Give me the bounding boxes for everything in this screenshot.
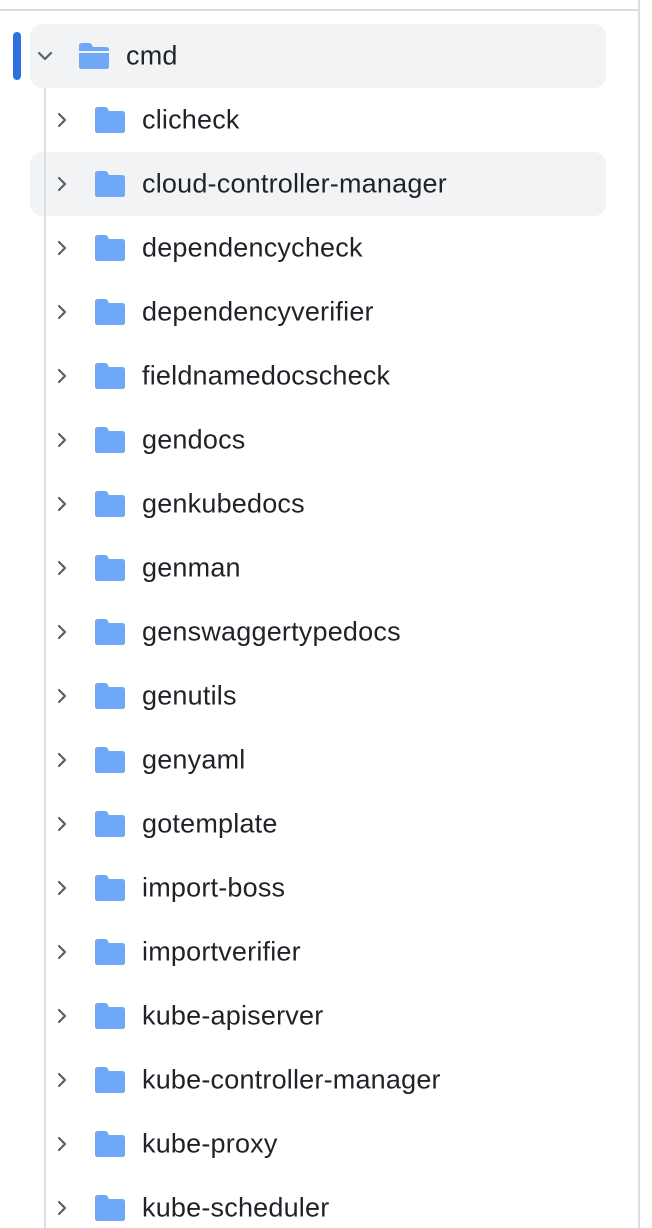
- folder-icon: [93, 170, 127, 198]
- tree-item-label: kube-proxy: [142, 1128, 278, 1159]
- chevron-right-icon[interactable]: [50, 172, 74, 196]
- tree-item-import-boss[interactable]: import-boss: [0, 856, 638, 920]
- tree-item-label: fieldnamedocscheck: [142, 360, 391, 391]
- folder-icon: [93, 1066, 127, 1094]
- chevron-right-icon[interactable]: [50, 492, 74, 516]
- folder-icon: [93, 1130, 127, 1158]
- tree-item-genswaggertypedocs[interactable]: genswaggertypedocs: [0, 600, 638, 664]
- chevron-right-icon[interactable]: [50, 940, 74, 964]
- folder-icon: [93, 746, 127, 774]
- tree-item-label: dependencycheck: [142, 232, 363, 263]
- tree-item-kube-apiserver[interactable]: kube-apiserver: [0, 984, 638, 1048]
- chevron-right-icon[interactable]: [50, 684, 74, 708]
- tree-item-label: cloud-controller-manager: [142, 168, 447, 199]
- tree-indent-guide: [44, 88, 46, 1228]
- tree-item-fieldnamedocscheck[interactable]: fieldnamedocscheck: [0, 344, 638, 408]
- file-tree: cmd clicheck cloud-controller-manager depe…: [0, 24, 638, 1228]
- tree-item-cmd[interactable]: cmd: [0, 24, 638, 88]
- tree-item-gotemplate[interactable]: gotemplate: [0, 792, 638, 856]
- chevron-right-icon[interactable]: [50, 556, 74, 580]
- chevron-right-icon[interactable]: [50, 812, 74, 836]
- tree-item-dependencyverifier[interactable]: dependencyverifier: [0, 280, 638, 344]
- tree-item-label: gotemplate: [142, 808, 278, 839]
- tree-item-label: genkubedocs: [142, 488, 305, 519]
- chevron-right-icon[interactable]: [50, 620, 74, 644]
- tree-item-label: genswaggertypedocs: [142, 616, 401, 647]
- tree-item-dependencycheck[interactable]: dependencycheck: [0, 216, 638, 280]
- chevron-right-icon[interactable]: [50, 748, 74, 772]
- tree-item-label: genutils: [142, 680, 237, 711]
- tree-item-genyaml[interactable]: genyaml: [0, 728, 638, 792]
- tree-item-genutils[interactable]: genutils: [0, 664, 638, 728]
- pane-right-border: [638, 0, 640, 1228]
- tree-item-label: kube-apiserver: [142, 1000, 324, 1031]
- tree-item-label: kube-controller-manager: [142, 1064, 441, 1095]
- chevron-right-icon[interactable]: [50, 300, 74, 324]
- folder-icon: [93, 106, 127, 134]
- folder-icon: [93, 938, 127, 966]
- active-indicator: [13, 32, 21, 80]
- tree-item-clicheck[interactable]: clicheck: [0, 88, 638, 152]
- tree-item-kube-controller-manager[interactable]: kube-controller-manager: [0, 1048, 638, 1112]
- tree-item-label: genman: [142, 552, 241, 583]
- folder-icon: [93, 490, 127, 518]
- tree-item-label: gendocs: [142, 424, 246, 455]
- chevron-right-icon[interactable]: [50, 236, 74, 260]
- tree-item-kube-scheduler[interactable]: kube-scheduler: [0, 1176, 638, 1228]
- chevron-right-icon[interactable]: [50, 1132, 74, 1156]
- tree-item-label: cmd: [126, 40, 178, 71]
- folder-open-icon: [77, 42, 111, 70]
- tree-item-label: importverifier: [142, 936, 301, 967]
- tree-item-genkubedocs[interactable]: genkubedocs: [0, 472, 638, 536]
- chevron-right-icon[interactable]: [50, 364, 74, 388]
- folder-icon: [93, 618, 127, 646]
- chevron-right-icon[interactable]: [50, 1068, 74, 1092]
- folder-icon: [93, 682, 127, 710]
- tree-item-label: dependencyverifier: [142, 296, 374, 327]
- chevron-right-icon[interactable]: [50, 1196, 74, 1220]
- folder-icon: [93, 1194, 127, 1222]
- pane-top-border: [0, 0, 638, 11]
- folder-icon: [93, 554, 127, 582]
- folder-icon: [93, 362, 127, 390]
- tree-item-label: import-boss: [142, 872, 286, 903]
- chevron-right-icon[interactable]: [50, 108, 74, 132]
- folder-icon: [93, 1002, 127, 1030]
- folder-icon: [93, 810, 127, 838]
- tree-item-label: genyaml: [142, 744, 246, 775]
- tree-item-cloud-controller-manager[interactable]: cloud-controller-manager: [0, 152, 638, 216]
- folder-icon: [93, 298, 127, 326]
- folder-icon: [93, 426, 127, 454]
- folder-icon: [93, 874, 127, 902]
- tree-item-kube-proxy[interactable]: kube-proxy: [0, 1112, 638, 1176]
- chevron-right-icon[interactable]: [50, 428, 74, 452]
- chevron-right-icon[interactable]: [50, 876, 74, 900]
- file-tree-pane: cmd clicheck cloud-controller-manager depe…: [0, 0, 652, 1228]
- folder-icon: [93, 234, 127, 262]
- row-highlight: [30, 24, 606, 88]
- tree-item-label: clicheck: [142, 104, 240, 135]
- tree-item-label: kube-scheduler: [142, 1192, 330, 1223]
- tree-item-genman[interactable]: genman: [0, 536, 638, 600]
- chevron-down-icon[interactable]: [33, 44, 57, 68]
- chevron-right-icon[interactable]: [50, 1004, 74, 1028]
- tree-item-gendocs[interactable]: gendocs: [0, 408, 638, 472]
- tree-item-importverifier[interactable]: importverifier: [0, 920, 638, 984]
